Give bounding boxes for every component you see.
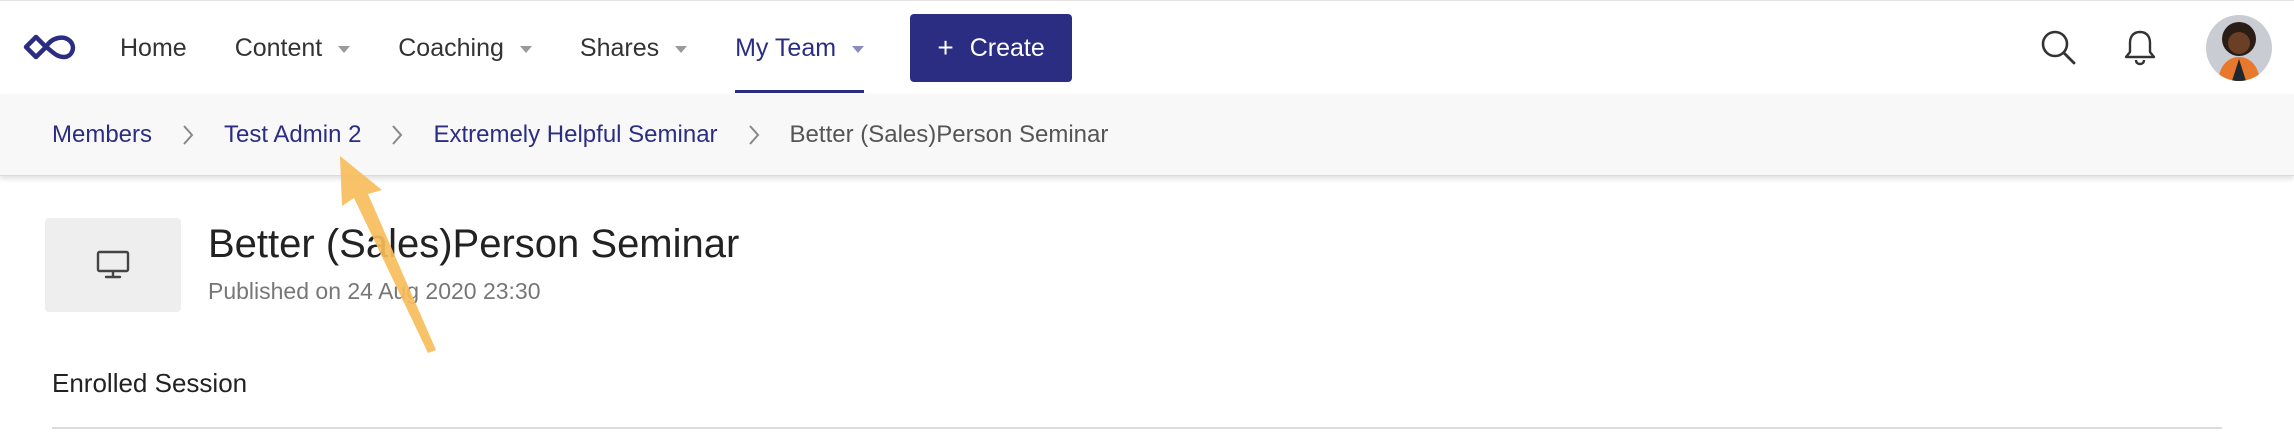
chevron-right-icon — [377, 94, 417, 176]
breadcrumb: Members Test Admin 2 Extremely Helpful S… — [0, 94, 2294, 176]
main-nav: Home Content Coaching Shares My Team + C… — [96, 1, 1073, 95]
caret-down-icon — [675, 45, 688, 53]
bell-icon[interactable] — [2120, 27, 2160, 67]
nav-my-team-label: My Team — [735, 33, 837, 62]
nav-my-team[interactable]: My Team — [711, 1, 888, 95]
nav-coaching-label: Coaching — [398, 33, 504, 62]
content-thumbnail — [45, 218, 181, 312]
chevron-right-icon — [168, 94, 208, 176]
create-button-label: Create — [969, 33, 1045, 62]
nav-content[interactable]: Content — [211, 1, 375, 95]
published-date: Published on 24 Aug 2020 23:30 — [208, 278, 541, 304]
top-navigation-bar: Home Content Coaching Shares My Team + C… — [0, 0, 2294, 94]
page-title: Better (Sales)Person Seminar — [208, 222, 740, 266]
nav-home[interactable]: Home — [96, 1, 211, 95]
nav-coaching[interactable]: Coaching — [374, 1, 556, 95]
caret-down-icon — [338, 45, 351, 53]
create-button[interactable]: + Create — [910, 14, 1073, 82]
plus-icon: + — [937, 32, 954, 63]
breadcrumb-test-admin[interactable]: Test Admin 2 — [224, 121, 361, 149]
divider — [52, 427, 2222, 429]
avatar-image — [2206, 15, 2272, 81]
monitor-icon — [96, 250, 130, 279]
caret-down-icon — [519, 45, 532, 53]
user-avatar[interactable] — [2206, 15, 2272, 81]
nav-home-label: Home — [120, 33, 187, 62]
nav-content-label: Content — [234, 33, 323, 62]
infinity-logo-icon[interactable] — [22, 29, 80, 65]
nav-shares-label: Shares — [579, 33, 660, 62]
chevron-right-icon — [734, 94, 774, 176]
section-heading: Enrolled Session — [52, 368, 248, 398]
breadcrumb-members[interactable]: Members — [52, 121, 152, 149]
caret-down-icon — [852, 45, 865, 53]
breadcrumb-current: Better (Sales)Person Seminar — [789, 120, 1109, 148]
search-icon[interactable] — [2038, 27, 2078, 67]
nav-shares[interactable]: Shares — [556, 1, 711, 95]
breadcrumb-seminar[interactable]: Extremely Helpful Seminar — [433, 121, 717, 149]
